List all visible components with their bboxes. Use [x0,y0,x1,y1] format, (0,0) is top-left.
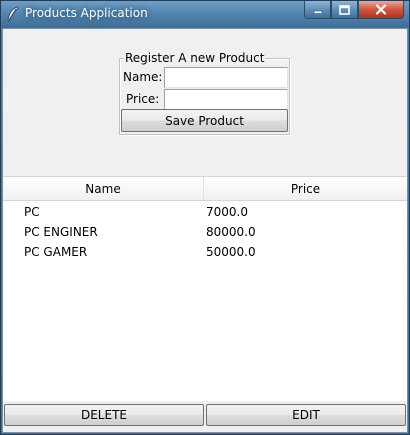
column-header-price[interactable]: Price [204,177,407,200]
title-bar[interactable]: Products Application [1,1,409,28]
cell-price: 50000.0 [206,245,256,259]
cell-name: PC [24,205,40,219]
price-field[interactable] [164,89,288,110]
products-table[interactable]: Name Price PC 7000.0 PC ENGINER 80000.0 … [3,176,407,401]
name-field[interactable] [164,67,288,88]
name-label: Name: [123,70,163,84]
feather-icon [7,6,19,22]
table-body: PC 7000.0 PC ENGINER 80000.0 PC GAMER 50… [3,202,407,262]
cell-name: PC GAMER [24,245,88,259]
minimize-icon [313,10,322,14]
minimize-button[interactable] [304,1,331,19]
table-header: Name Price [3,177,407,201]
table-row[interactable]: PC 7000.0 [3,202,407,222]
table-row[interactable]: PC ENGINER 80000.0 [3,222,407,242]
cell-price: 80000.0 [206,225,256,239]
close-button[interactable] [358,1,404,19]
maximize-icon [339,4,350,15]
column-header-name[interactable]: Name [3,177,204,200]
group-title: Register A new Product [124,51,266,65]
price-label: Price: [126,92,160,106]
delete-button[interactable]: DELETE [4,404,204,426]
close-icon [375,4,387,15]
client-area: Register A new Product Name: Price: Save… [2,28,408,433]
app-window: Products Application Register A new Prod… [0,0,410,435]
cell-name: PC ENGINER [24,225,98,239]
save-product-button[interactable]: Save Product [121,109,288,132]
edit-button[interactable]: EDIT [206,404,406,426]
product-form-area: Register A new Product Name: Price: Save… [3,29,407,176]
action-bar: DELETE EDIT [3,401,407,432]
cell-price: 7000.0 [206,205,248,219]
maximize-button[interactable] [331,1,358,19]
table-row[interactable]: PC GAMER 50000.0 [3,242,407,262]
window-title: Products Application [25,6,148,20]
